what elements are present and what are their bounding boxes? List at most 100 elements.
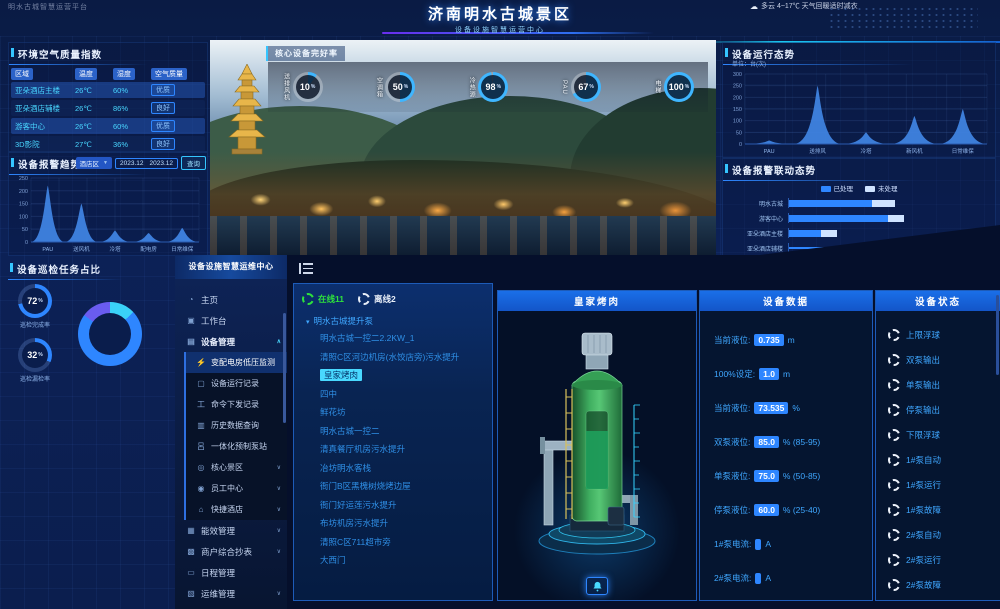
menu-item-label: 员工中心 [211,483,243,494]
table-row: 3D影院 27℃ 36% 良好 [11,136,205,152]
sidebar-menu: ◔ 主页 ▣ 工作台 ▤ 设备管理 ∧ [175,289,287,604]
svg-text:50: 50 [736,130,742,136]
col-quality: 空气质量 [151,68,187,80]
tree-item[interactable]: 衙门B区黑槐树烧烤边屋 [320,477,488,496]
sidebar-item[interactable]: ▣ 工作台 [175,310,287,331]
sidebar-item[interactable]: ◔ 主页 [175,289,287,310]
pagoda-icon [226,64,268,156]
gauge-value: 50 [393,82,403,92]
tree-item[interactable]: 衙门好运莲污水提升 [320,496,488,515]
sidebar-item[interactable]: ▧ 运维管理 ∨ [175,583,287,604]
svg-text:送风机: 送风机 [73,245,90,253]
device-data-row: 双泵液位: 85.0 % (85-95) [714,425,872,459]
stat-complete: 72% 巡检完成率 [12,284,58,329]
health-gauge: PAU 67% [561,72,602,102]
tree-item[interactable]: 布坊机房污水提升 [320,514,488,533]
sidebar-item[interactable]: ◉ 员工中心 ∨ [184,478,287,499]
menu-item-label: 商户综合抄表 [201,546,252,558]
tree-item[interactable]: 大西门 [320,551,488,570]
tree-item[interactable]: 清真餐厅机房污水提升 [320,440,488,459]
tree-item[interactable]: 皇家烤肉 [320,366,488,385]
data-unit: A [765,539,771,549]
data-label: 当前液位: [714,334,750,346]
gauge-ring: 67% [571,72,601,102]
content-scrollbar[interactable] [996,295,999,375]
sidebar-item[interactable]: ◎ 核心景区 ∨ [184,457,287,478]
device-status-panel: 设备状态 上限浮球 双泵输出 [875,290,1000,601]
quality-badge: 良好 [151,138,175,150]
svg-text:150: 150 [733,107,742,113]
data-value-chip: 0.735 [754,334,783,346]
menu-item-icon: ▭ [185,568,197,577]
sidebar-title: 设备设施智慧运维中心 [175,255,287,279]
sidebar-item[interactable]: ▤ 设备管理 ∧ [175,331,287,352]
quality-badge: 良好 [151,102,175,114]
data-label: 停泵液位: [714,504,750,516]
donut-hole [89,313,131,355]
status-indicator-icon [888,379,900,391]
date-range-input[interactable]: 2023.12 2023.12 [115,158,178,169]
chevron-icon: ∨ [274,464,281,471]
status-indicator-icon [888,479,900,491]
tree-item[interactable]: 鲜花坊 [320,403,488,422]
tree-item-label: 明水古城一控二2.2KW_1 [320,333,414,343]
sidebar-item[interactable]: 工 命令下发记录 [184,394,287,415]
tree-root-node[interactable]: ▾明水古城提升泵 [294,309,492,329]
gauge-ring: 10% [293,72,323,102]
sidebar-item[interactable]: ▭ 日程管理 [175,562,287,583]
gauge-value: 98 [486,82,496,92]
device-status-row: 1#泵故障 [888,497,1000,522]
gauge-ring: 100% [664,72,694,102]
sidebar-item[interactable]: ⌂ 快捷酒店 ∨ [184,499,287,520]
table-row: 游客中心 26℃ 60% 优质 [11,118,205,134]
data-unit: % (25-40) [783,505,820,515]
menu-item-label: 能效管理 [201,525,235,537]
quality-badge: 优质 [151,120,175,132]
alarm-bell-button[interactable] [586,577,608,595]
sidebar-item[interactable]: ▥ 历史数据查询 [184,415,287,436]
tree-item[interactable]: 明水古城一控二2.2KW_1 [320,329,488,348]
tree-item-label: 衙门B区黑槐树烧烤边屋 [320,481,411,491]
device-status-rows: 上限浮球 双泵输出 单泵输出 [876,311,1000,597]
device-data-row: 1#泵电流: A [714,527,872,561]
data-unit: m [788,335,795,345]
menu-item-icon: ◔ [185,295,197,304]
sidebar-scrollbar[interactable] [283,313,286,423]
tree-item[interactable]: 清照C区河边机房(水饺店旁)污水提升 [320,348,488,367]
sidebar-item[interactable]: ▩ 商户综合抄表 ∨ [175,541,287,562]
cell-humidity: 60% [113,86,151,95]
data-unit: m [783,369,790,379]
legend-rest: 未处理 [865,183,898,193]
chevron-icon: ∨ [274,548,281,555]
device-status-row: 下限浮球 [888,422,1000,447]
device-status-row: 1#泵运行 [888,472,1000,497]
svg-text:100: 100 [19,214,28,220]
data-value-chip: 85.0 [754,436,779,448]
collapse-sidebar-icon[interactable] [299,263,313,274]
sidebar-item[interactable]: ▦ 能效管理 ∨ [175,520,287,541]
tree-item-label: 鲜花坊 [320,407,346,417]
tree-item[interactable]: 明水古城一控二 [320,422,488,441]
pump-visual-panel: 皇家烤肉 [497,290,697,601]
search-button[interactable]: 查询 [181,156,206,170]
chevron-icon: ∨ [274,506,281,513]
svg-text:150: 150 [19,202,28,208]
tree-item[interactable]: 清照C区711超市旁 [320,533,488,552]
menu-item-icon: ▩ [185,547,197,556]
device-data-row: 停泵液位: 60.0 % (25-40) [714,493,872,527]
tree-item[interactable]: 冶坊明水客栈 [320,459,488,478]
cell-region: 亚朵酒店辅楼 [15,103,75,114]
device-status-row: 1#泵自动 [888,447,1000,472]
sidebar-item[interactable]: ⚡ 变配电房低压监测 [184,352,287,373]
sidebar-item[interactable]: 呂 一体化预制泵站 [184,436,287,457]
svg-text:PAU: PAU [42,247,53,253]
svg-text:0: 0 [25,240,28,246]
area-select[interactable]: 酒店区 ▼ [76,157,112,169]
inspection-stats: 72% 巡检完成率 32% 巡检漏检率 [12,284,58,383]
sidebar-item[interactable]: ▢ 设备运行记录 [184,373,287,394]
status-label: 2#泵故障 [906,579,941,591]
tree-item-label: 清照C区711超市旁 [320,537,391,547]
tree-item[interactable]: 四中 [320,385,488,404]
col-region: 区域 [11,68,33,80]
tree-item-label: 清真餐厅机房污水提升 [320,444,405,454]
